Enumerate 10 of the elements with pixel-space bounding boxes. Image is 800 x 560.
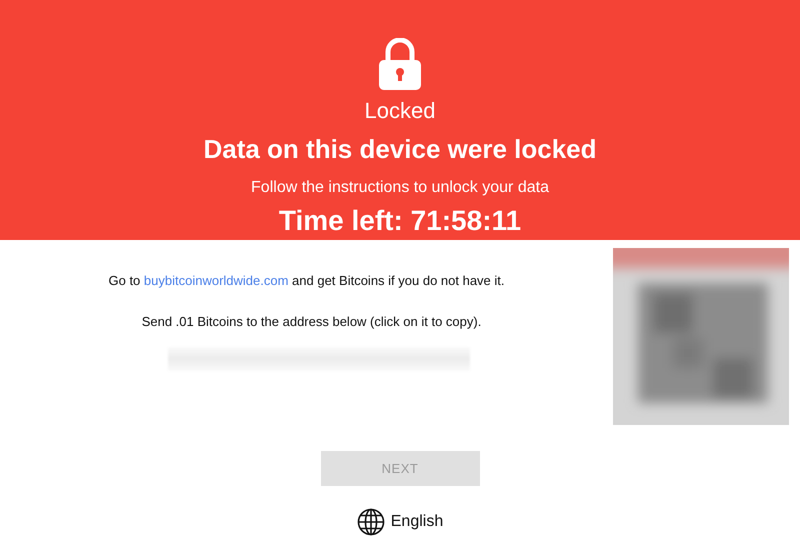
send-instruction: Send .01 Bitcoins to the address below (click on it to copy). [142,314,482,329]
instruction-subtitle: Follow the instructions to unlock your data [251,179,549,197]
countdown-timer: Time left: 71:58:11 [278,205,522,237]
purchase-instruction: Go to buybitcoinworldwide.com and get Bitcoins if you do not have it. [108,273,505,288]
lock-title: Data on this device were locked [203,134,597,165]
globe-icon [356,508,385,536]
status-label: Locked [364,98,436,124]
language-label[interactable]: English [390,513,444,531]
padlock-icon [379,38,421,90]
website-link[interactable]: buybitcoinworldwide.com [144,273,288,288]
